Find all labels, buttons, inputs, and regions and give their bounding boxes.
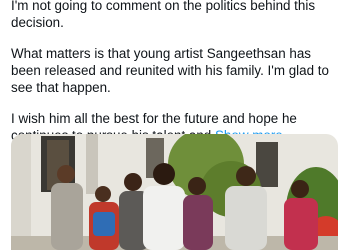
post-photo[interactable] bbox=[11, 134, 338, 250]
post-paragraph-2: What matters is that young artist Sangee… bbox=[11, 46, 329, 95]
photo-icon bbox=[11, 134, 338, 250]
post-paragraph-1: I'm not going to comment on the politics… bbox=[11, 0, 316, 30]
